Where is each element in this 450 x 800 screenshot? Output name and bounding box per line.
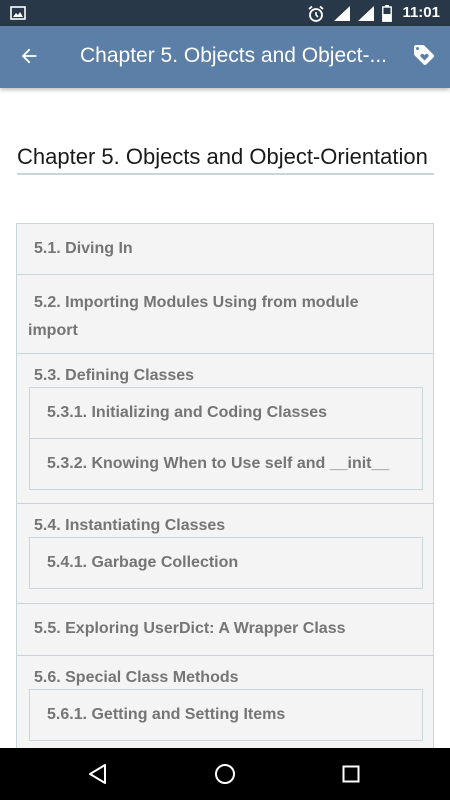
back-arrow-icon[interactable] bbox=[18, 45, 40, 67]
cell-signal-icon bbox=[358, 6, 374, 21]
app-bar: Chapter 5. Objects and Object-... bbox=[0, 26, 450, 88]
status-bar: 11:01 bbox=[0, 0, 450, 26]
toc-item-label[interactable]: 5.5. Exploring UserDict: A Wrapper Class bbox=[34, 620, 346, 638]
nav-recents-icon[interactable] bbox=[342, 765, 360, 783]
wifi-signal-icon bbox=[334, 6, 350, 21]
toc-subitem[interactable]: 5.4.1. Garbage Collection bbox=[29, 537, 423, 589]
toc-item-label[interactable]: 5.6. Special Class Methods bbox=[34, 669, 239, 687]
page-title: Chapter 5. Objects and Object-Orientatio… bbox=[17, 143, 434, 175]
toc-item[interactable]: 5.4. Instantiating Classes 5.4.1. Garbag… bbox=[16, 503, 434, 604]
toc-subitem[interactable]: 5.6.1. Getting and Setting Items bbox=[29, 689, 423, 741]
toc-item-label[interactable]: 5.4. Instantiating Classes bbox=[34, 517, 225, 535]
navigation-bar bbox=[0, 748, 450, 800]
toc-item[interactable]: 5.2. Importing Modules Using from module… bbox=[16, 274, 434, 354]
battery-icon bbox=[382, 5, 392, 22]
table-of-contents: 5.1. Diving In 5.2. Importing Modules Us… bbox=[16, 223, 434, 748]
toc-subitem[interactable]: 5.3.1. Initializing and Coding Classes bbox=[29, 387, 423, 439]
nav-back-icon[interactable] bbox=[87, 763, 109, 785]
toc-subitem[interactable]: 5.3.2. Knowing When to Use self and __in… bbox=[29, 438, 423, 490]
alarm-icon bbox=[308, 5, 324, 22]
tag-icon[interactable] bbox=[412, 43, 436, 67]
status-time: 11:01 bbox=[402, 4, 440, 21]
chapter-content: Chapter 5. Objects and Object-Orientatio… bbox=[0, 88, 450, 748]
toc-subitem-label[interactable]: 5.3.2. Knowing When to Use self and __in… bbox=[47, 455, 389, 473]
toc-item-label[interactable]: 5.1. Diving In bbox=[34, 240, 133, 258]
app-bar-title: Chapter 5. Objects and Object-... bbox=[80, 44, 387, 67]
toc-subitem-label[interactable]: 5.6.1. Getting and Setting Items bbox=[47, 706, 285, 724]
toc-item[interactable]: 5.6. Special Class Methods 5.6.1. Gettin… bbox=[16, 655, 434, 748]
toc-item[interactable]: 5.1. Diving In bbox=[16, 223, 434, 275]
image-notification-icon bbox=[10, 6, 26, 20]
toc-subitem-label[interactable]: 5.3.1. Initializing and Coding Classes bbox=[47, 404, 327, 422]
toc-subitem-label[interactable]: 5.4.1. Garbage Collection bbox=[47, 554, 238, 572]
nav-home-icon[interactable] bbox=[214, 763, 236, 785]
toc-item[interactable]: 5.3. Defining Classes 5.3.1. Initializin… bbox=[16, 353, 434, 504]
toc-item[interactable]: 5.5. Exploring UserDict: A Wrapper Class bbox=[16, 603, 434, 656]
toc-item-label[interactable]: 5.2. Importing Modules Using from module… bbox=[28, 289, 408, 345]
toc-item-label[interactable]: 5.3. Defining Classes bbox=[34, 367, 194, 385]
